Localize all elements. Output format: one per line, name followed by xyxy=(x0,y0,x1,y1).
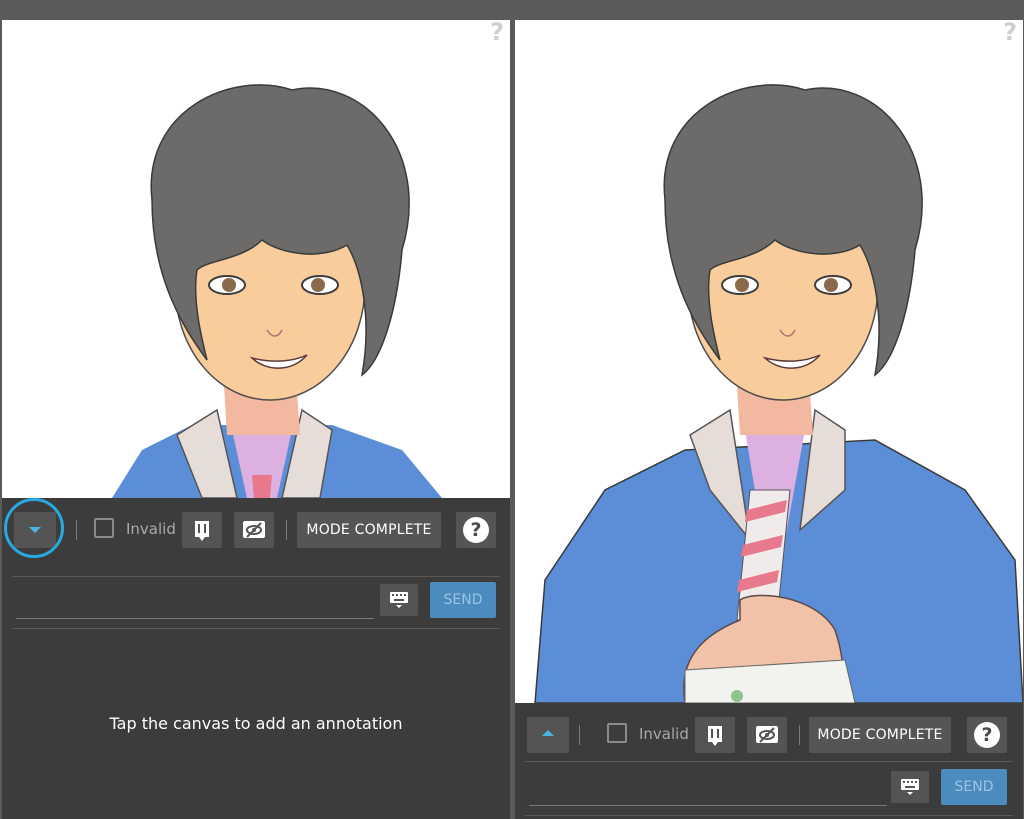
annotation-toolbar: Invalid MODE COMPLETE xyxy=(515,703,1023,819)
drawing-canvas[interactable]: ? xyxy=(2,20,510,498)
delete-annotation-button[interactable] xyxy=(695,717,735,753)
keyboard-button[interactable] xyxy=(380,584,418,616)
delete-annotation-icon xyxy=(708,726,722,746)
hide-annotations-button[interactable] xyxy=(234,512,274,548)
send-button[interactable]: SEND xyxy=(430,582,496,618)
hide-annotations-button[interactable] xyxy=(747,717,787,753)
delete-annotation-icon xyxy=(195,521,209,541)
divider xyxy=(525,761,1013,762)
right-panel: ? Invalid MODE COMPLETE ? SEND xyxy=(515,20,1023,819)
divider xyxy=(286,520,287,540)
delete-annotation-button[interactable] xyxy=(182,512,222,548)
chevron-up-icon xyxy=(542,730,554,736)
mode-complete-button[interactable]: MODE COMPLETE xyxy=(809,717,951,753)
character-illustration xyxy=(534,84,1023,703)
annotation-toolbar: Invalid MODE COMPLETE xyxy=(2,498,510,819)
invalid-label: Invalid xyxy=(639,725,689,743)
drawing-canvas[interactable]: ? xyxy=(515,20,1023,703)
invalid-label: Invalid xyxy=(126,520,176,538)
divider xyxy=(76,520,77,540)
mode-complete-button[interactable]: MODE COMPLETE xyxy=(297,512,441,548)
comment-row: SEND xyxy=(2,582,510,622)
divider xyxy=(525,815,1013,816)
hide-annotations-icon xyxy=(756,726,778,743)
character-illustration xyxy=(112,84,442,498)
left-panel: ? Invalid MODE COMPLETE ? SEND Tap the c… xyxy=(2,20,510,819)
help-button[interactable]: ? xyxy=(967,717,1007,753)
comment-input[interactable] xyxy=(529,775,887,806)
keyboard-icon xyxy=(901,779,919,795)
toolbar-controls-row: Invalid MODE COMPLETE ? xyxy=(2,512,510,548)
divider xyxy=(12,628,500,629)
canvas-help-icon[interactable]: ? xyxy=(1003,20,1017,46)
chevron-down-icon xyxy=(29,527,41,533)
help-icon: ? xyxy=(974,722,1000,748)
divider xyxy=(579,725,580,745)
invalid-checkbox[interactable] xyxy=(607,723,627,743)
divider xyxy=(12,576,500,577)
keyboard-button[interactable] xyxy=(891,771,929,803)
toolbar-controls-row: Invalid MODE COMPLETE ? xyxy=(515,717,1023,753)
annotation-hint: Tap the canvas to add an annotation xyxy=(109,714,403,733)
send-button[interactable]: SEND xyxy=(941,769,1007,805)
comment-input[interactable] xyxy=(16,588,374,619)
canvas-help-icon[interactable]: ? xyxy=(490,20,504,46)
help-icon: ? xyxy=(463,517,489,543)
divider xyxy=(799,725,800,745)
keyboard-icon xyxy=(390,592,408,608)
collapse-toolbar-button[interactable] xyxy=(14,512,56,548)
invalid-checkbox[interactable] xyxy=(94,518,114,538)
help-button[interactable]: ? xyxy=(456,512,496,548)
comment-row: SEND xyxy=(515,769,1023,809)
hide-annotations-icon xyxy=(243,521,265,538)
expand-toolbar-button[interactable] xyxy=(527,717,569,753)
